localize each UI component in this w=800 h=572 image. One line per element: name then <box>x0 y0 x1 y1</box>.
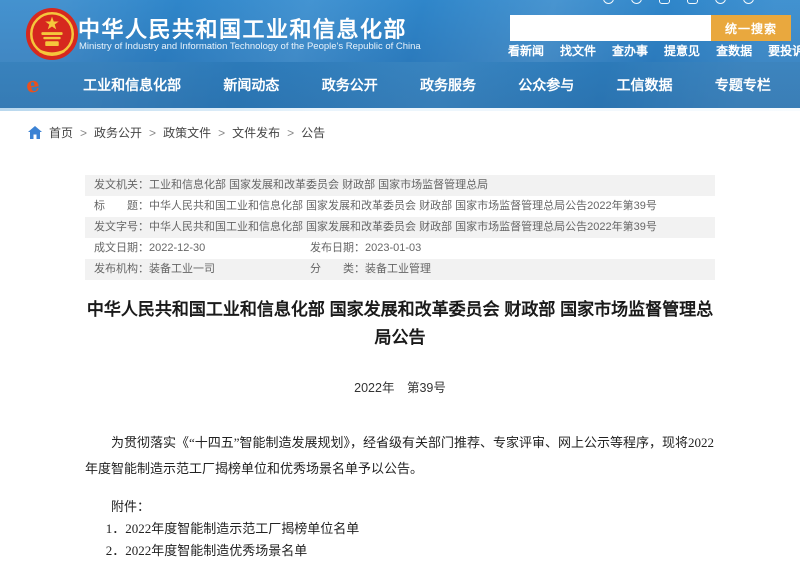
search-button[interactable]: 统一搜索 <box>711 15 791 41</box>
meta-label: 标 题： <box>94 200 149 212</box>
meta-value: 中华人民共和国工业和信息化部 国家发展和改革委员会 财政部 国家市场监督管理总局… <box>149 200 657 212</box>
nav-item-gov-disclosure[interactable]: 政务公开 <box>322 75 378 95</box>
meta-value: 2022-12-30 <box>149 242 205 254</box>
nav-item-miit-data[interactable]: 工信数据 <box>617 75 673 95</box>
breadcrumb-separator: > <box>218 126 225 140</box>
breadcrumb-home[interactable]: 首页 <box>49 124 73 141</box>
breadcrumb-policy-docs[interactable]: 政策文件 <box>163 124 211 141</box>
meta-label: 分 类： <box>310 263 365 275</box>
header-mini-icon-4[interactable] <box>687 0 698 4</box>
meta-row-issuing-agency: 发文机关：工业和信息化部 国家发展和改革委员会 财政部 国家市场监督管理总局 <box>85 175 715 196</box>
header-mini-icons <box>603 0 754 4</box>
meta-label: 成文日期： <box>94 242 149 254</box>
header-banner: 中华人民共和国工业和信息化部 Ministry of Industry and … <box>0 0 800 62</box>
meta-label: 发文机关： <box>94 179 149 191</box>
meta-label: 发文字号： <box>94 221 149 233</box>
quick-link-complaints[interactable]: 要投诉 <box>768 42 800 59</box>
quick-links: 看新闻 找文件 查办事 提意见 查数据 要投诉 <box>508 42 800 59</box>
breadcrumb-separator: > <box>149 126 156 140</box>
meta-value: 中华人民共和国工业和信息化部 国家发展和改革委员会 财政部 国家市场监督管理总局… <box>149 221 657 233</box>
nav-item-public-participation[interactable]: 公众参与 <box>518 75 574 95</box>
header-mini-icon-2[interactable] <box>631 0 642 4</box>
national-emblem-icon <box>25 7 79 61</box>
search-bar: 统一搜索 <box>510 15 791 41</box>
document-meta-table: 发文机关：工业和信息化部 国家发展和改革委员会 财政部 国家市场监督管理总局 标… <box>85 175 715 280</box>
meta-row-publisher: 发布机构：装备工业一司 分 类：装备工业管理 <box>85 259 715 280</box>
site-subtitle: Ministry of Industry and Information Tec… <box>79 41 421 52</box>
meta-value: 装备工业一司 <box>149 263 215 275</box>
miit-e-logo-icon: e <box>24 71 41 98</box>
search-input[interactable] <box>510 15 711 41</box>
nav-item-special-topics[interactable]: 专题专栏 <box>715 75 771 95</box>
meta-label: 发布日期： <box>310 242 365 254</box>
quick-link-files[interactable]: 找文件 <box>560 42 596 59</box>
meta-row-title: 标 题：中华人民共和国工业和信息化部 国家发展和改革委员会 财政部 国家市场监督… <box>85 196 715 217</box>
article-body: 为贯彻落实《“十四五”智能制造发展规划》，经省级有关部门推荐、专家评审、网上公示… <box>85 430 715 482</box>
nav-item-miit[interactable]: 工业和信息化部 <box>83 75 181 95</box>
page-title: 中华人民共和国工业和信息化部 国家发展和改革委员会 财政部 国家市场监督管理总局… <box>85 296 715 352</box>
nav-item-gov-services[interactable]: 政务服务 <box>420 75 476 95</box>
breadcrumb-gov-disclosure[interactable]: 政务公开 <box>94 124 142 141</box>
breadcrumb-separator: > <box>287 126 294 140</box>
attachment-link-2[interactable]: 2．2022年度智能制造优秀场景名单 <box>85 540 715 562</box>
breadcrumb-doc-release[interactable]: 文件发布 <box>232 124 280 141</box>
header-mini-icon-6[interactable] <box>743 0 754 4</box>
quick-link-news[interactable]: 看新闻 <box>508 42 544 59</box>
site-title: 中华人民共和国工业和信息化部 <box>78 12 407 44</box>
meta-value: 工业和信息化部 国家发展和改革委员会 财政部 国家市场监督管理总局 <box>149 179 488 191</box>
nav-bottom-strip <box>0 108 800 111</box>
quick-link-opinions[interactable]: 提意见 <box>664 42 700 59</box>
breadcrumb-current: 公告 <box>301 124 325 141</box>
quick-link-services[interactable]: 查办事 <box>612 42 648 59</box>
document-number: 2022年 第39号 <box>85 377 715 396</box>
meta-value: 2023-01-03 <box>365 242 421 254</box>
meta-value: 装备工业管理 <box>365 263 431 275</box>
attachments-section: 附件： 1．2022年度智能制造示范工厂揭榜单位名单 2．2022年度智能制造优… <box>85 496 715 562</box>
header-mini-icon-5[interactable] <box>715 0 726 4</box>
attachment-link-1[interactable]: 1．2022年度智能制造示范工厂揭榜单位名单 <box>85 518 715 540</box>
quick-link-data[interactable]: 查数据 <box>716 42 752 59</box>
article-paragraph: 为贯彻落实《“十四五”智能制造发展规划》，经省级有关部门推荐、专家评审、网上公示… <box>85 430 715 482</box>
breadcrumb-separator: > <box>80 126 87 140</box>
meta-row-dates: 成文日期：2022-12-30 发布日期：2023-01-03 <box>85 238 715 259</box>
main-nav: e 工业和信息化部 新闻动态 政务公开 政务服务 公众参与 工信数据 专题专栏 <box>0 62 800 108</box>
attachments-heading: 附件： <box>85 496 715 518</box>
header-mini-icon-3[interactable] <box>659 0 670 4</box>
header-mini-icon-1[interactable] <box>603 0 614 4</box>
home-icon[interactable] <box>28 126 42 139</box>
breadcrumb: 首页 > 政务公开 > 政策文件 > 文件发布 > 公告 <box>28 124 325 141</box>
nav-item-news[interactable]: 新闻动态 <box>223 75 279 95</box>
meta-label: 发布机构： <box>94 263 149 275</box>
meta-row-doc-number: 发文字号：中华人民共和国工业和信息化部 国家发展和改革委员会 财政部 国家市场监… <box>85 217 715 238</box>
